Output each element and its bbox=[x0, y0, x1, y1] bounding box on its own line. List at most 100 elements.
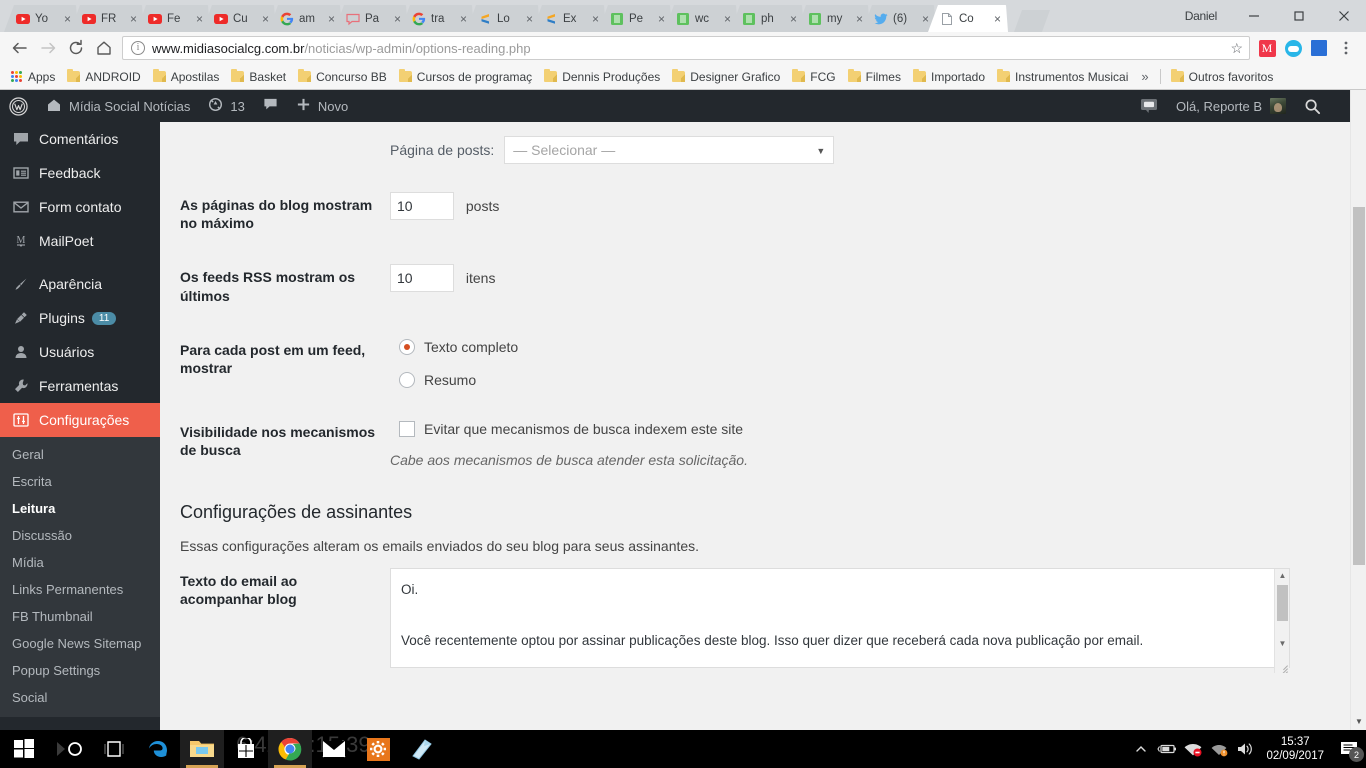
close-icon[interactable]: × bbox=[589, 13, 602, 25]
browser-tab[interactable]: tra × bbox=[400, 5, 474, 32]
browser-tab[interactable]: Yo × bbox=[4, 5, 78, 32]
site-name-menu[interactable]: Mídia Social Notícias bbox=[37, 90, 199, 122]
posts-page-select[interactable]: — Selecionar — bbox=[504, 136, 835, 164]
submenu-item-leitura[interactable]: Leitura bbox=[0, 495, 160, 522]
profile-name[interactable]: Daniel bbox=[1185, 9, 1218, 23]
close-icon[interactable]: × bbox=[457, 13, 470, 25]
battery-icon[interactable] bbox=[1154, 730, 1180, 768]
browser-tab[interactable]: (6) × bbox=[862, 5, 936, 32]
new-tab-button[interactable] bbox=[1014, 10, 1050, 32]
checkbox-icon[interactable] bbox=[399, 421, 415, 438]
bookmark-item[interactable]: Basket bbox=[225, 66, 292, 88]
extension-blue-icon[interactable] bbox=[1306, 35, 1332, 61]
bookmark-item[interactable]: Filmes bbox=[842, 66, 907, 88]
close-icon[interactable]: × bbox=[523, 13, 536, 25]
close-icon[interactable]: × bbox=[391, 13, 404, 25]
sidebar-item-usuarios[interactable]: Usuários bbox=[0, 335, 160, 369]
account-menu[interactable]: Olá, Reporte B bbox=[1167, 90, 1295, 122]
start-button[interactable] bbox=[0, 730, 48, 768]
bookmark-item[interactable]: Importado bbox=[907, 66, 991, 88]
browser-tab[interactable]: ph × bbox=[730, 5, 804, 32]
home-icon[interactable] bbox=[90, 34, 118, 62]
back-icon[interactable] bbox=[6, 34, 34, 62]
close-icon[interactable]: × bbox=[259, 13, 272, 25]
bookmark-star-icon[interactable]: ☆ bbox=[1230, 40, 1243, 57]
action-center-button[interactable]: 2 bbox=[1332, 730, 1366, 768]
browser-tab[interactable]: Fe × bbox=[136, 5, 210, 32]
close-icon[interactable]: × bbox=[721, 13, 734, 25]
submenu-item-links-permanentes[interactable]: Links Permanentes bbox=[0, 576, 160, 603]
textarea-scrollbar-thumb[interactable] bbox=[1277, 585, 1288, 622]
submenu-item-fb-thumbnail[interactable]: FB Thumbnail bbox=[0, 603, 160, 630]
browser-tab[interactable]: wc × bbox=[664, 5, 738, 32]
close-icon[interactable]: × bbox=[655, 13, 668, 25]
bookmark-other-favorites[interactable]: Outros favoritos bbox=[1165, 66, 1280, 88]
minimize-button[interactable] bbox=[1231, 0, 1276, 32]
page-scrollbar[interactable]: ▼ bbox=[1350, 90, 1366, 730]
close-icon[interactable]: × bbox=[919, 13, 932, 25]
radio-resumo[interactable]: Resumo bbox=[390, 370, 1336, 391]
submenu-item-popup-settings[interactable]: Popup Settings bbox=[0, 657, 160, 684]
blog-pages-input[interactable] bbox=[390, 192, 454, 220]
search-visibility-checkbox-row[interactable]: Evitar que mecanismos de busca indexem e… bbox=[390, 419, 1336, 440]
close-icon[interactable]: × bbox=[853, 13, 866, 25]
extension-cloud-icon[interactable] bbox=[1280, 35, 1306, 61]
textarea-scrollbar[interactable]: ▲ ▼ bbox=[1274, 569, 1289, 674]
browser-tab[interactable]: Ex × bbox=[532, 5, 606, 32]
sidebar-item-feedback[interactable]: Feedback bbox=[0, 156, 160, 190]
volume-icon[interactable] bbox=[1232, 730, 1258, 768]
extension-mega-icon[interactable]: M bbox=[1254, 35, 1280, 61]
network-error-icon[interactable] bbox=[1180, 730, 1206, 768]
radio-icon-selected[interactable] bbox=[399, 339, 415, 356]
reload-icon[interactable] bbox=[62, 34, 90, 62]
browser-tab[interactable]: Pa × bbox=[334, 5, 408, 32]
browser-tab[interactable]: my × bbox=[796, 5, 870, 32]
textarea-resize-handle[interactable] bbox=[1275, 659, 1289, 674]
task-view-button[interactable] bbox=[92, 730, 136, 768]
sticky-notes-button[interactable] bbox=[400, 730, 444, 768]
submenu-item-discussao[interactable]: Discussão bbox=[0, 522, 160, 549]
browser-tab[interactable]: Pe × bbox=[598, 5, 672, 32]
bookmark-item[interactable]: FCG bbox=[786, 66, 841, 88]
scroll-down-arrow-icon[interactable]: ▼ bbox=[1351, 714, 1366, 730]
mail-button[interactable] bbox=[312, 730, 356, 768]
submenu-item-google-news-sitemap[interactable]: Google News Sitemap bbox=[0, 630, 160, 657]
store-button[interactable] bbox=[224, 730, 268, 768]
browser-tab[interactable]: Lo × bbox=[466, 5, 540, 32]
file-explorer-button[interactable] bbox=[180, 730, 224, 768]
address-bar[interactable]: i www.midiasocialcg.com.br/noticias/wp-a… bbox=[122, 36, 1250, 60]
radio-icon[interactable] bbox=[399, 372, 415, 389]
bookmarks-overflow-icon[interactable]: » bbox=[1134, 69, 1155, 84]
comments-menu[interactable] bbox=[254, 90, 287, 122]
close-window-button[interactable] bbox=[1321, 0, 1366, 32]
submenu-item-geral[interactable]: Geral bbox=[0, 441, 160, 468]
edge-button[interactable] bbox=[136, 730, 180, 768]
bookmark-item[interactable]: Designer Grafico bbox=[666, 66, 786, 88]
submenu-item-midia[interactable]: Mídia bbox=[0, 549, 160, 576]
clock[interactable]: 15:37 02/09/2017 bbox=[1258, 735, 1332, 764]
sidebar-item-mailpoet[interactable]: M MailPoet bbox=[0, 224, 160, 258]
notifications-icon[interactable] bbox=[1131, 90, 1167, 122]
settings-app-button[interactable] bbox=[356, 730, 400, 768]
wifi-icon[interactable] bbox=[1206, 730, 1232, 768]
wordpress-logo-icon[interactable] bbox=[0, 90, 37, 122]
bookmark-item[interactable]: Apostilas bbox=[147, 66, 226, 88]
posts-page-select-wrap[interactable]: — Selecionar — ▼ bbox=[504, 136, 835, 164]
chrome-menu-icon[interactable] bbox=[1332, 34, 1360, 62]
sidebar-item-ferramentas[interactable]: Ferramentas bbox=[0, 369, 160, 403]
updates-menu[interactable]: 13 bbox=[199, 90, 253, 122]
sidebar-item-configuracoes[interactable]: Configurações bbox=[0, 403, 160, 437]
new-content-menu[interactable]: Novo bbox=[287, 90, 357, 122]
submenu-item-escrita[interactable]: Escrita bbox=[0, 468, 160, 495]
close-icon[interactable]: × bbox=[193, 13, 206, 25]
browser-tab[interactable]: Cu × bbox=[202, 5, 276, 32]
sidebar-item-comentarios[interactable]: Comentários bbox=[0, 122, 160, 156]
close-icon[interactable]: × bbox=[127, 13, 140, 25]
bookmark-item[interactable]: Instrumentos Musicai bbox=[991, 66, 1134, 88]
close-icon[interactable]: × bbox=[325, 13, 338, 25]
sidebar-item-form-contato[interactable]: Form contato bbox=[0, 190, 160, 224]
radio-texto-completo[interactable]: Texto completo bbox=[390, 337, 1336, 358]
search-icon[interactable] bbox=[1295, 90, 1330, 122]
close-icon[interactable]: × bbox=[991, 13, 1004, 25]
bookmark-item[interactable]: Dennis Produções bbox=[538, 66, 666, 88]
